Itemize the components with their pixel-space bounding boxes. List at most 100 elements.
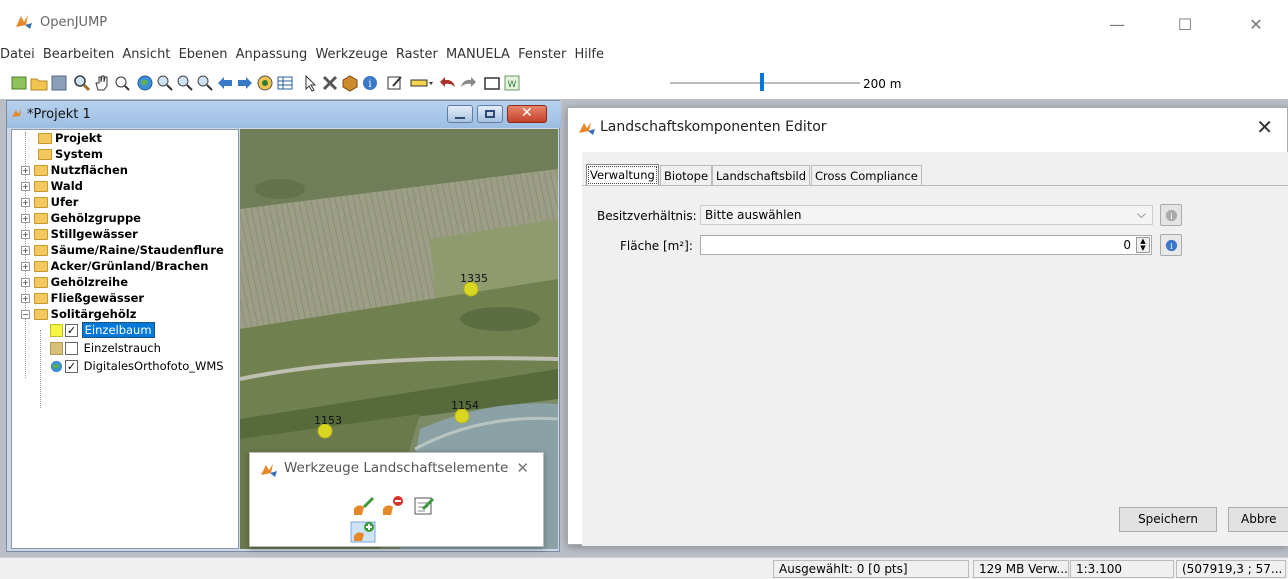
tab-biotope[interactable]: Biotope [660, 165, 713, 186]
zoom-fence-icon[interactable] [196, 74, 214, 92]
layer-visibility-checkbox[interactable]: ✓ [65, 324, 78, 337]
zoom-previous-icon[interactable] [216, 74, 234, 92]
redo-icon[interactable] [459, 74, 477, 92]
menu-fenster[interactable]: Fenster [518, 47, 566, 62]
select-arrow-icon[interactable] [301, 74, 319, 92]
attribute-table-icon[interactable] [276, 74, 294, 92]
tree-category-gehoelzgruppe[interactable]: + Gehölzgruppe [21, 210, 141, 226]
tree-category-stillgewaesser[interactable]: + Stillgewässer [21, 226, 138, 242]
expand-icon[interactable]: + [21, 166, 30, 175]
save-button[interactable]: Speichern [1119, 507, 1217, 532]
layer-einzelstrauch[interactable]: Einzelstrauch [50, 340, 163, 356]
minimize-button[interactable]: — [1094, 10, 1140, 40]
delete-element-icon[interactable] [381, 495, 405, 517]
edit-element-icon[interactable] [352, 495, 376, 517]
info-icon[interactable]: i [361, 74, 379, 92]
zoom-to-layer-icon[interactable] [156, 74, 174, 92]
zoom-to-selected-icon[interactable] [176, 74, 194, 92]
tree-category-wald[interactable]: + Wald [21, 178, 83, 194]
editor-title: Landschaftskomponenten Editor [600, 119, 827, 135]
menu-datei[interactable]: Datei [0, 47, 35, 62]
menu-werkzeuge[interactable]: Werkzeuge [315, 47, 387, 62]
layer-einzelbaum[interactable]: ✓ Einzelbaum [50, 322, 155, 338]
expand-icon[interactable]: + [21, 182, 30, 191]
layer-style-swatch [50, 324, 63, 337]
menu-ebenen[interactable]: Ebenen [179, 47, 228, 62]
edit-attributes-icon[interactable] [413, 495, 435, 517]
tab-verwaltung[interactable]: Verwaltung [586, 164, 659, 186]
zoom-full-extent-icon[interactable] [136, 74, 154, 92]
tab-landschaftsbild[interactable]: Landschaftsbild [712, 165, 811, 186]
folder-icon [33, 229, 48, 240]
editor-close-button[interactable]: ✕ [1256, 115, 1273, 139]
measure-ruler-icon[interactable] [409, 74, 435, 92]
layer-digitalesorthofoto[interactable]: ✓ DigitalesOrthofoto_WMS [50, 358, 226, 374]
window-icon[interactable] [483, 74, 501, 92]
tree-category-ufer[interactable]: + Ufer [21, 194, 78, 210]
project-close-button[interactable]: ✕ [507, 105, 547, 123]
expand-icon[interactable]: + [21, 262, 30, 271]
add-element-icon[interactable] [350, 521, 376, 543]
pan-hand-icon[interactable] [93, 74, 111, 92]
edit-toolbox-icon[interactable] [386, 74, 404, 92]
tree-category-nutzflaechen[interactable]: + Nutzflächen [21, 162, 128, 178]
expand-icon[interactable]: + [21, 230, 30, 239]
zoom-next-icon[interactable] [236, 74, 254, 92]
project-icon [12, 109, 21, 117]
maximize-button[interactable]: ☐ [1162, 10, 1208, 40]
layer-visibility-checkbox[interactable]: ✓ [65, 360, 78, 373]
menu-manuela[interactable]: MANUELA [446, 47, 510, 62]
zoom-realtime-icon[interactable] [256, 74, 274, 92]
menu-anpassung[interactable]: Anpassung [236, 47, 308, 62]
tab-cross-compliance[interactable]: Cross Compliance [811, 165, 922, 186]
folder-icon [33, 213, 48, 224]
expand-icon[interactable]: + [21, 246, 30, 255]
tree-category-gehoelzreihe[interactable]: + Gehölzreihe [21, 274, 128, 290]
menu-ansicht[interactable]: Ansicht [122, 47, 170, 62]
close-button[interactable]: ✕ [1233, 10, 1279, 40]
svg-text:i: i [1170, 211, 1173, 221]
ownership-info-button[interactable]: i [1160, 204, 1182, 226]
tree-category-saeume[interactable]: + Säume/Raine/Staudenflure [21, 242, 224, 258]
zoom-icon[interactable] [73, 74, 91, 92]
editor-body: Verwaltung Biotope Landschaftsbild Cross… [582, 152, 1288, 546]
menu-hilfe[interactable]: Hilfe [574, 47, 604, 62]
spinner-icon[interactable]: ▲ ▼ [1136, 237, 1150, 253]
layer-visibility-checkbox[interactable] [65, 342, 78, 355]
feature-info-icon[interactable] [341, 74, 359, 92]
open-folder-icon[interactable] [30, 74, 48, 92]
zoom-pan-icon[interactable] [113, 74, 131, 92]
area-input-value: 0 [1123, 238, 1131, 252]
svg-text:i: i [1170, 241, 1173, 251]
scale-slider[interactable] [670, 82, 860, 84]
expand-icon[interactable]: + [21, 214, 30, 223]
area-label: Fläche [m²]: [620, 239, 693, 253]
expand-icon[interactable]: + [21, 294, 30, 303]
new-project-icon[interactable] [10, 74, 28, 92]
tree-category-fliessgewaesser[interactable]: + Fließgewässer [21, 290, 144, 306]
expand-icon[interactable]: + [21, 198, 30, 207]
scale-slider-thumb[interactable] [760, 73, 764, 91]
folder-icon [33, 245, 48, 256]
collapse-icon[interactable]: − [21, 310, 30, 319]
tree-category-solitaergehoelz[interactable]: − Solitärgehölz [21, 306, 136, 322]
project-titlebar: *Projekt 1 ✕ [7, 101, 561, 128]
project-maximize-button[interactable] [477, 105, 503, 123]
tree-category-system[interactable]: System [38, 146, 103, 162]
expand-icon[interactable]: + [21, 278, 30, 287]
save-icon[interactable] [50, 74, 68, 92]
menu-raster[interactable]: Raster [396, 47, 438, 62]
tools-dialog-close-button[interactable]: ✕ [516, 459, 529, 477]
delete-features-icon[interactable] [321, 74, 339, 92]
cancel-button[interactable]: Abbre [1228, 507, 1288, 532]
ownership-select[interactable]: Bitte auswählen ⌵ [700, 205, 1153, 225]
tree-category-acker[interactable]: + Acker/Grünland/Brachen [21, 258, 208, 274]
undo-icon[interactable] [439, 74, 457, 92]
wms-icon[interactable]: W [503, 74, 521, 92]
project-minimize-button[interactable] [447, 105, 473, 123]
openjump-logo-icon [16, 15, 32, 29]
area-input[interactable]: 0 ▲ ▼ [700, 235, 1152, 255]
menu-bearbeiten[interactable]: Bearbeiten [43, 47, 114, 62]
area-info-button[interactable]: i [1160, 234, 1182, 256]
tree-category-projekt[interactable]: Projekt [38, 130, 102, 146]
